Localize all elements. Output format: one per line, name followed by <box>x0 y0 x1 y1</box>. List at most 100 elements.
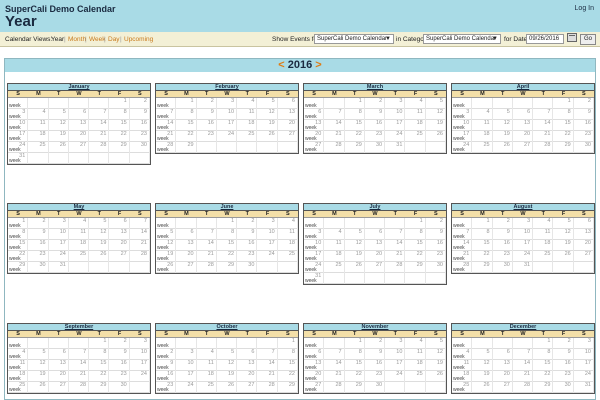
day-cell[interactable]: 4 <box>197 349 217 360</box>
day-cell[interactable]: 21 <box>197 251 217 262</box>
day-cell[interactable]: 19 <box>426 120 446 131</box>
day-cell[interactable]: 25 <box>533 251 554 262</box>
day-cell[interactable]: 11 <box>405 349 426 360</box>
day-cell[interactable]: 29 <box>278 382 298 393</box>
day-cell[interactable]: week 18 <box>8 371 29 382</box>
day-cell[interactable]: 8 <box>278 349 298 360</box>
day-cell[interactable]: week 13 <box>304 360 325 371</box>
day-cell[interactable]: 17 <box>385 120 406 131</box>
day-cell[interactable]: 2 <box>493 218 513 229</box>
day-cell[interactable]: week 24 <box>304 262 325 273</box>
day-cell[interactable]: 13 <box>109 229 130 240</box>
day-cell[interactable]: 8 <box>217 229 238 240</box>
day-cell[interactable]: 7 <box>257 349 278 360</box>
day-cell[interactable]: 14 <box>385 240 406 251</box>
day-cell[interactable]: 18 <box>69 240 90 251</box>
day-cell[interactable]: week 7 <box>452 229 473 240</box>
day-cell[interactable]: 21 <box>533 131 554 142</box>
day-cell[interactable]: 30 <box>426 262 446 273</box>
day-cell[interactable]: 23 <box>426 251 446 262</box>
day-cell[interactable]: week 14 <box>156 120 177 131</box>
day-cell[interactable]: 12 <box>553 229 574 240</box>
day-cell[interactable]: week 27 <box>304 382 325 393</box>
month-title-link[interactable]: March <box>304 84 446 91</box>
day-cell[interactable]: 5 <box>257 98 278 109</box>
day-cell[interactable]: 10 <box>176 360 197 371</box>
day-cell[interactable]: week 25 <box>8 382 29 393</box>
day-cell[interactable]: 26 <box>28 382 49 393</box>
day-cell[interactable]: 29 <box>405 262 426 273</box>
day-cell[interactable]: 26 <box>49 142 69 153</box>
day-cell[interactable]: 6 <box>176 229 197 240</box>
day-cell[interactable]: 24 <box>574 371 594 382</box>
day-cell[interactable]: 20 <box>493 371 513 382</box>
day-cell[interactable]: 24 <box>385 131 406 142</box>
day-cell[interactable]: 21 <box>257 371 278 382</box>
day-cell[interactable]: week 24 <box>452 142 473 153</box>
day-cell[interactable]: week 14 <box>452 240 473 251</box>
day-cell[interactable]: 18 <box>28 131 49 142</box>
day-cell[interactable]: 27 <box>493 382 513 393</box>
day-cell[interactable]: 2 <box>365 338 386 349</box>
day-cell[interactable]: 26 <box>89 251 110 262</box>
day-cell[interactable]: 15 <box>345 120 365 131</box>
day-cell[interactable]: week 31 <box>8 153 29 164</box>
day-cell[interactable]: week 21 <box>156 131 177 142</box>
day-cell[interactable]: 8 <box>553 109 574 120</box>
day-cell[interactable]: 3 <box>385 338 406 349</box>
day-cell[interactable]: 28 <box>257 382 278 393</box>
day-cell[interactable]: 2 <box>28 218 49 229</box>
day-cell[interactable]: 18 <box>405 360 426 371</box>
day-cell[interactable]: 16 <box>109 360 130 371</box>
day-cell[interactable]: 7 <box>513 349 534 360</box>
day-cell[interactable]: 15 <box>553 120 574 131</box>
month-title-link[interactable]: November <box>304 324 446 331</box>
day-cell[interactable]: 15 <box>405 240 426 251</box>
day-cell[interactable]: 8 <box>89 349 110 360</box>
day-cell[interactable]: 7 <box>130 218 150 229</box>
day-cell[interactable]: 22 <box>278 371 298 382</box>
day-cell[interactable]: 9 <box>365 109 386 120</box>
day-cell[interactable]: 4 <box>324 229 345 240</box>
login-link[interactable]: Log In <box>575 5 594 12</box>
day-cell[interactable]: 29 <box>553 142 574 153</box>
day-cell[interactable]: 24 <box>49 251 69 262</box>
day-cell[interactable]: 23 <box>365 131 386 142</box>
day-cell[interactable]: 23 <box>28 251 49 262</box>
day-cell[interactable]: 5 <box>28 349 49 360</box>
day-cell[interactable]: week 26 <box>156 262 177 273</box>
day-cell[interactable]: 25 <box>69 251 90 262</box>
day-cell[interactable]: 5 <box>553 218 574 229</box>
day-cell[interactable]: 16 <box>553 360 574 371</box>
day-cell[interactable]: 3 <box>513 218 534 229</box>
day-cell[interactable]: 9 <box>28 229 49 240</box>
day-cell[interactable]: 31 <box>49 262 69 273</box>
day-cell[interactable]: 27 <box>109 251 130 262</box>
day-cell[interactable]: 28 <box>130 251 150 262</box>
view-link-day[interactable]: Day <box>108 36 120 43</box>
day-cell[interactable]: 19 <box>49 131 69 142</box>
day-cell[interactable]: week 16 <box>156 371 177 382</box>
day-cell[interactable]: 8 <box>405 229 426 240</box>
day-cell[interactable]: 4 <box>405 98 426 109</box>
day-cell[interactable]: 30 <box>493 262 513 273</box>
day-cell[interactable]: 16 <box>197 120 217 131</box>
month-title-link[interactable]: September <box>8 324 150 331</box>
day-cell[interactable]: 15 <box>533 360 554 371</box>
day-cell[interactable]: 1 <box>553 98 574 109</box>
day-cell[interactable]: 12 <box>257 109 278 120</box>
day-cell[interactable]: 30 <box>109 382 130 393</box>
day-cell[interactable]: week 31 <box>304 273 325 284</box>
day-cell[interactable]: 26 <box>257 131 278 142</box>
day-cell[interactable]: 7 <box>89 109 110 120</box>
day-cell[interactable]: 30 <box>130 142 150 153</box>
day-cell[interactable]: 8 <box>533 349 554 360</box>
day-cell[interactable]: 1 <box>405 218 426 229</box>
day-cell[interactable]: 4 <box>278 218 298 229</box>
day-cell[interactable]: 9 <box>553 349 574 360</box>
day-cell[interactable]: 4 <box>69 218 90 229</box>
day-cell[interactable]: 14 <box>324 120 345 131</box>
day-cell[interactable]: 16 <box>426 240 446 251</box>
day-cell[interactable]: 5 <box>426 338 446 349</box>
day-cell[interactable]: 14 <box>513 360 534 371</box>
